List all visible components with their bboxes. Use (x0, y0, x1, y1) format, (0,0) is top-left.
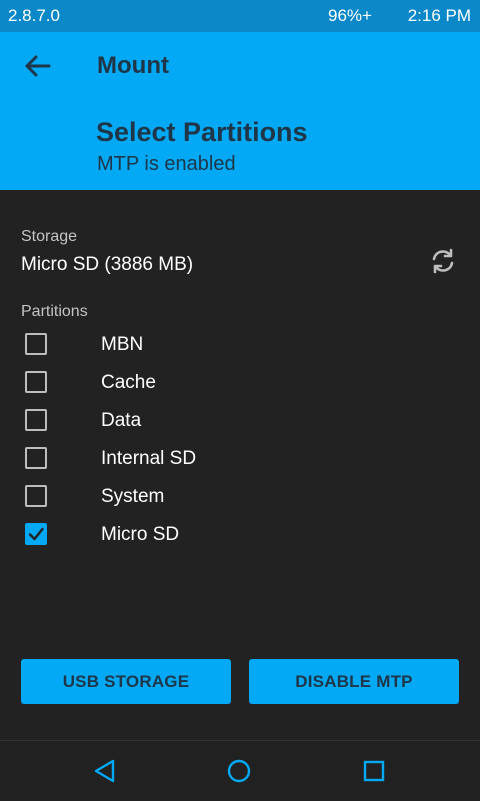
storage-label: Storage (21, 228, 78, 245)
back-button[interactable] (14, 46, 60, 86)
square-recents-icon (363, 760, 385, 782)
partition-label: Internal SD (101, 448, 197, 469)
checkbox-checked[interactable] (25, 523, 47, 545)
app-header: Mount Select Partitions MTP is enabled (0, 32, 480, 190)
version-text: 2.8.7.0 (8, 6, 60, 25)
status-bar: 2.8.7.0 96%+ 2:16 PM (0, 0, 480, 32)
mtp-status-text: MTP is enabled (97, 153, 236, 175)
partition-row-data[interactable]: Data (0, 401, 480, 439)
checkbox[interactable] (25, 371, 47, 393)
partition-label: Cache (101, 372, 156, 393)
triangle-back-icon (94, 759, 115, 783)
clock: 2:16 PM (407, 6, 471, 25)
partition-row-mbn[interactable]: MBN (0, 325, 480, 363)
disable-mtp-button[interactable]: DISABLE MTP (249, 659, 459, 704)
checkbox[interactable] (25, 409, 47, 431)
partition-row-internal-sd[interactable]: Internal SD (0, 439, 480, 477)
nav-recents-button[interactable] (356, 753, 392, 789)
arrow-left-icon (25, 55, 51, 77)
partition-row-micro-sd[interactable]: Micro SD (0, 515, 480, 553)
partition-label: MBN (101, 334, 144, 355)
refresh-button[interactable] (426, 244, 460, 278)
checkbox[interactable] (25, 485, 47, 507)
refresh-icon (432, 248, 454, 274)
partition-row-cache[interactable]: Cache (0, 363, 480, 401)
battery-level: 96%+ (328, 6, 372, 25)
circle-home-icon (227, 759, 251, 783)
partition-label: Data (101, 410, 142, 431)
checkbox[interactable] (25, 333, 47, 355)
nav-home-button[interactable] (221, 753, 257, 789)
partition-label: Micro SD (101, 524, 180, 545)
checkmark-icon (28, 527, 44, 541)
partition-list: MBN Cache Data Internal SD System Micro … (0, 325, 480, 553)
checkbox[interactable] (25, 447, 47, 469)
section-heading: Select Partitions (96, 117, 308, 147)
page-title: Mount (97, 52, 169, 79)
partitions-label: Partitions (21, 303, 88, 320)
navigation-bar (0, 740, 480, 801)
nav-back-button[interactable] (87, 753, 123, 789)
partition-row-system[interactable]: System (0, 477, 480, 515)
storage-selector[interactable]: Micro SD (3886 MB) (21, 254, 193, 276)
partition-label: System (101, 486, 165, 507)
usb-storage-button[interactable]: USB STORAGE (21, 659, 231, 704)
